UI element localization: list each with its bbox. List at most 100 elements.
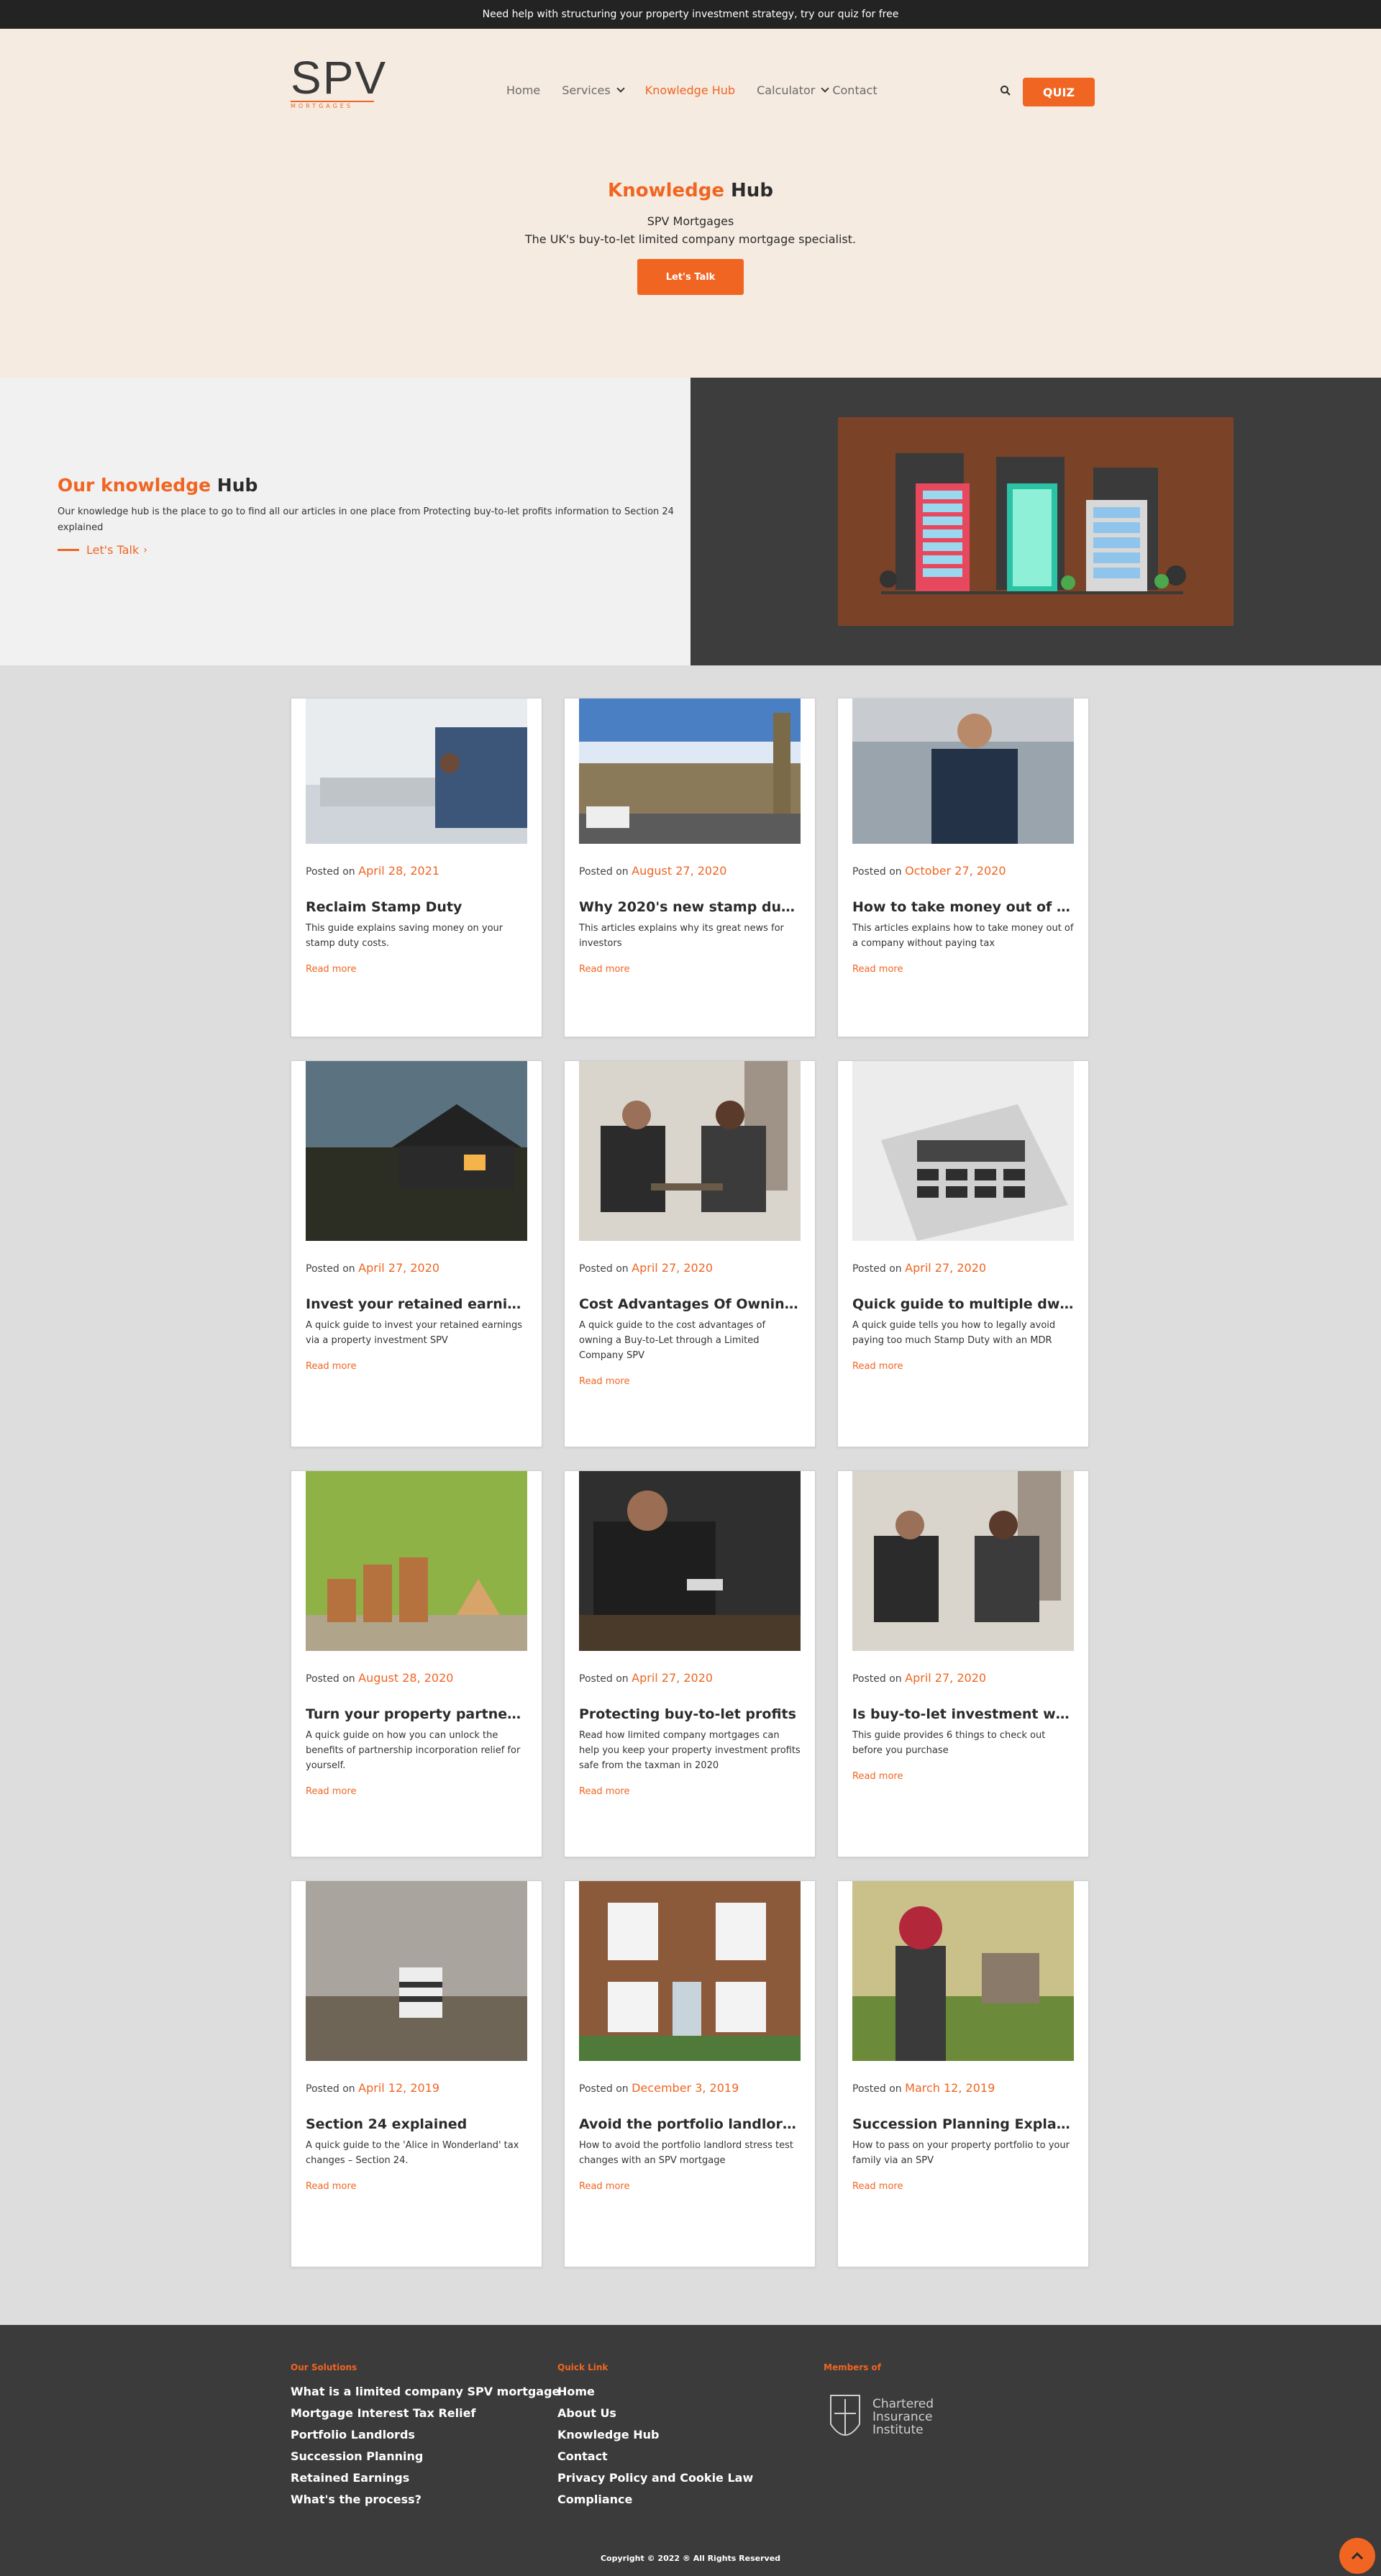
nav-calculator[interactable]: Calculator — [757, 83, 832, 97]
footer-link[interactable]: Contact — [557, 2446, 753, 2467]
article-card[interactable]: Posted on October 27, 2020 How to take m… — [837, 698, 1089, 1037]
intro-title-accent: Our knowledge — [58, 475, 211, 496]
article-date[interactable]: April 27, 2020 — [905, 1671, 986, 1685]
footer-link[interactable]: Home — [557, 2381, 753, 2403]
search-icon[interactable] — [1000, 85, 1011, 96]
main-nav: Home Services Knowledge Hub Calculator C… — [506, 83, 899, 97]
read-more-link[interactable]: Read more — [579, 2181, 629, 2192]
article-title[interactable]: Section 24 explained — [306, 2116, 527, 2132]
article-title[interactable]: Protecting buy-to-let profits — [579, 1706, 801, 1722]
article-title[interactable]: How to take money out of a company — [852, 899, 1074, 915]
footer-link[interactable]: Retained Earnings — [291, 2467, 560, 2489]
article-title[interactable]: Avoid the portfolio landlord stress test — [579, 2116, 801, 2132]
article-description: How to avoid the portfolio landlord stre… — [579, 2140, 793, 2166]
footer-link[interactable]: Succession Planning — [291, 2446, 560, 2467]
nav-home[interactable]: Home — [506, 83, 540, 97]
nav-contact[interactable]: Contact — [832, 83, 877, 97]
read-more-link[interactable]: Read more — [852, 1771, 903, 1782]
article-title[interactable]: Turn your property partnership into a co… — [306, 1706, 527, 1722]
announcement-text[interactable]: Need help with structuring your property… — [483, 9, 899, 20]
article-image[interactable] — [306, 1061, 527, 1241]
article-date[interactable]: April 27, 2020 — [632, 1261, 713, 1275]
article-card[interactable]: Posted on August 28, 2020 Turn your prop… — [291, 1470, 542, 1857]
footer-solutions: Our Solutions What is a limited company … — [291, 2362, 560, 2511]
read-more-link[interactable]: Read more — [306, 1361, 356, 1372]
article-date[interactable]: December 3, 2019 — [632, 2081, 739, 2095]
read-more-link[interactable]: Read more — [306, 1786, 356, 1797]
read-more-link[interactable]: Read more — [852, 1361, 903, 1372]
article-date[interactable]: April 27, 2020 — [905, 1261, 986, 1275]
article-title[interactable]: Why 2020's new stamp duty rules are grea… — [579, 899, 801, 915]
article-posted: Posted on August 28, 2020 — [306, 1671, 527, 1685]
article-card[interactable]: Posted on April 27, 2020 Protecting buy-… — [564, 1470, 816, 1857]
article-card[interactable]: Posted on April 12, 2019 Section 24 expl… — [291, 1880, 542, 2267]
top-announcement-bar[interactable]: Need help with structuring your property… — [0, 0, 1381, 29]
article-image[interactable] — [579, 1061, 801, 1241]
intro-image-panel — [690, 378, 1381, 665]
nav-services[interactable]: Services — [562, 83, 625, 97]
article-image[interactable] — [852, 1061, 1074, 1241]
footer-link[interactable]: Knowledge Hub — [557, 2424, 753, 2446]
article-image[interactable] — [306, 1881, 527, 2061]
article-title[interactable]: Quick guide to multiple dwellings relief — [852, 1296, 1074, 1312]
cii-logo[interactable]: Chartered Insurance Institute — [824, 2381, 934, 2453]
back-to-top-button[interactable] — [1339, 2538, 1375, 2574]
read-more-link[interactable]: Read more — [579, 1786, 629, 1797]
footer-members: Members of Chartered Insurance Institute — [824, 2362, 934, 2453]
article-date[interactable]: April 12, 2019 — [358, 2081, 439, 2095]
footer-link[interactable]: What's the process? — [291, 2489, 560, 2511]
article-date[interactable]: October 27, 2020 — [905, 864, 1006, 878]
article-image[interactable] — [579, 1881, 801, 2061]
article-card[interactable]: Posted on April 27, 2020 Cost Advantages… — [564, 1060, 816, 1447]
article-card[interactable]: Posted on August 27, 2020 Why 2020's new… — [564, 698, 816, 1037]
article-description: A quick guide on how you can unlock the … — [306, 1730, 521, 1771]
footer-link[interactable]: Privacy Policy and Cookie Law — [557, 2467, 753, 2489]
article-card[interactable]: Posted on April 28, 2021 Reclaim Stamp D… — [291, 698, 542, 1037]
article-card[interactable]: Posted on April 27, 2020 Is buy-to-let i… — [837, 1470, 1089, 1857]
article-date[interactable]: August 28, 2020 — [358, 1671, 453, 1685]
article-image[interactable] — [579, 1471, 801, 1651]
article-date[interactable]: April 28, 2021 — [358, 864, 439, 878]
article-date[interactable]: April 27, 2020 — [358, 1261, 439, 1275]
article-image[interactable] — [579, 698, 801, 844]
article-card[interactable]: Posted on March 12, 2019 Succession Plan… — [837, 1880, 1089, 2267]
read-more-link[interactable]: Read more — [852, 2181, 903, 2192]
article-title[interactable]: Cost Advantages Of Owning A Buy-to-Let — [579, 1296, 801, 1312]
article-date[interactable]: March 12, 2019 — [905, 2081, 995, 2095]
quiz-button[interactable]: QUIZ — [1023, 78, 1095, 106]
article-posted: Posted on April 27, 2020 — [852, 1671, 1074, 1685]
article-image[interactable] — [852, 698, 1074, 844]
chevron-down-icon — [821, 84, 830, 93]
article-date[interactable]: April 27, 2020 — [632, 1671, 713, 1685]
footer-link[interactable]: Compliance — [557, 2489, 753, 2511]
footer-link[interactable]: Portfolio Landlords — [291, 2424, 560, 2446]
article-description: This guide provides 6 things to check ou… — [852, 1730, 1046, 1756]
article-card[interactable]: Posted on April 27, 2020 Invest your ret… — [291, 1060, 542, 1447]
article-title[interactable]: Invest your retained earnings via a prop… — [306, 1296, 527, 1312]
read-more-link[interactable]: Read more — [306, 2181, 356, 2192]
article-title[interactable]: Is buy-to-let investment worth it — [852, 1706, 1074, 1722]
spv-logo[interactable]: SPV MORTGAGES — [291, 52, 388, 109]
read-more-link[interactable]: Read more — [579, 964, 629, 975]
article-title[interactable]: Reclaim Stamp Duty — [306, 899, 527, 915]
article-image[interactable] — [306, 698, 527, 844]
article-date[interactable]: August 27, 2020 — [632, 864, 726, 878]
hero-section: SPV MORTGAGES Home Services Knowledge Hu… — [0, 29, 1381, 378]
intro-lets-talk-link[interactable]: Let's Talk › — [58, 543, 669, 557]
footer-link[interactable]: About Us — [557, 2403, 753, 2424]
logo-wordmark: SPV — [291, 52, 388, 104]
article-card[interactable]: Posted on April 27, 2020 Quick guide to … — [837, 1060, 1089, 1447]
article-image[interactable] — [852, 1881, 1074, 2061]
read-more-link[interactable]: Read more — [306, 964, 356, 975]
read-more-link[interactable]: Read more — [852, 964, 903, 975]
article-image[interactable] — [852, 1471, 1074, 1651]
article-title[interactable]: Succession Planning Explained — [852, 2116, 1074, 2132]
article-card[interactable]: Posted on December 3, 2019 Avoid the por… — [564, 1880, 816, 2267]
footer-link[interactable]: Mortgage Interest Tax Relief — [291, 2403, 560, 2424]
footer-link[interactable]: What is a limited company SPV mortgage — [291, 2381, 560, 2403]
article-image[interactable] — [306, 1471, 527, 1651]
article-description: A quick guide to the 'Alice in Wonderlan… — [306, 2140, 519, 2166]
read-more-link[interactable]: Read more — [579, 1376, 629, 1387]
lets-talk-button[interactable]: Let's Talk — [637, 259, 744, 295]
nav-knowledge-hub[interactable]: Knowledge Hub — [645, 83, 735, 97]
